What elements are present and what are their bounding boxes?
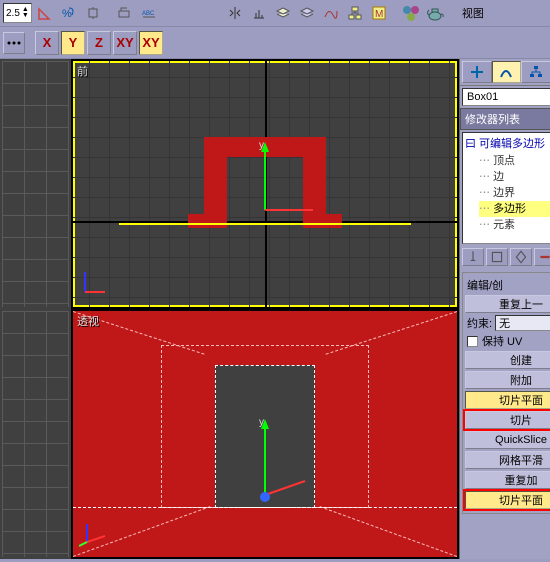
subobj-border[interactable]: 边界 (479, 185, 550, 201)
abc-icon[interactable]: ABC (138, 2, 160, 24)
slice-plane-button-2[interactable]: 切片平面 (465, 491, 550, 509)
svg-text:%: % (62, 8, 72, 20)
align-icon[interactable] (248, 2, 270, 24)
attach-button[interactable]: 附加 (465, 371, 550, 389)
axis-x[interactable]: X (35, 31, 59, 55)
snap-value: 2.5 (6, 8, 20, 19)
make-unique-icon[interactable] (510, 248, 532, 266)
svg-text:y: y (259, 140, 264, 151)
main-area: 前 y (0, 59, 550, 559)
viewport-left-strip-bottom (0, 309, 71, 559)
axis-xy[interactable]: XY (113, 31, 137, 55)
move-gizmo[interactable]: y (235, 415, 295, 508)
tessellate-button[interactable]: 重复加 (465, 471, 550, 489)
subobj-edge[interactable]: 边 (479, 169, 550, 185)
repeat-last-button[interactable]: 重复上一 (465, 295, 550, 313)
handle-icon[interactable] (3, 32, 25, 54)
tab-create[interactable] (462, 61, 492, 83)
constraint-value[interactable]: 无 (495, 315, 550, 331)
edit-rollout: 编辑/创 重复上一 约束: 无 保持 UV 创建 附加 切片平面 切片 Quic… (462, 272, 550, 514)
command-panel: Box01 修改器列表 曰 可编辑多边形 顶点 边 边界 多边形 元素 编辑/创… (459, 59, 550, 559)
snap-spinner[interactable]: 2.5 ▲▼ (3, 3, 32, 23)
slice-plane-line (119, 223, 411, 225)
stack-root[interactable]: 曰 可编辑多边形 (465, 135, 550, 151)
move-gizmo[interactable]: y (235, 140, 295, 223)
remove-mod-icon[interactable] (534, 248, 550, 266)
subobj-polygon[interactable]: 多边形 (479, 201, 550, 217)
svg-text:ABC: ABC (142, 11, 155, 17)
stack-tools (460, 246, 550, 268)
geometry-edge (188, 214, 226, 229)
axis-tripod-icon (79, 516, 111, 551)
subobj-vertex[interactable]: 顶点 (479, 153, 550, 169)
pin-stack-icon[interactable] (462, 248, 484, 266)
percent-snap-icon[interactable]: % (58, 2, 80, 24)
curve-icon[interactable] (320, 2, 342, 24)
mirror-icon[interactable] (224, 2, 246, 24)
axis-y[interactable]: Y (61, 31, 85, 55)
subobj-element[interactable]: 元素 (479, 217, 550, 233)
edit-group-label: 编辑/创 (467, 277, 503, 293)
svg-text:y: y (259, 417, 264, 428)
axis-xy2[interactable]: XY (139, 31, 163, 55)
viewport-front[interactable]: 前 y (73, 61, 457, 307)
modifier-stack[interactable]: 曰 可编辑多边形 顶点 边 边界 多边形 元素 (462, 132, 550, 244)
main-toolbar: 2.5 ▲▼ % ABC M 视图 (0, 0, 550, 27)
view-menu[interactable]: 视图 (456, 5, 490, 21)
modifier-list-label[interactable]: 修改器列表 (460, 108, 550, 130)
show-end-icon[interactable] (486, 248, 508, 266)
tab-hierarchy[interactable] (521, 61, 550, 83)
render-icon[interactable] (400, 2, 422, 24)
slice-plane-button[interactable]: 切片平面 (465, 391, 550, 409)
viewport-perspective[interactable]: 透视 y (73, 311, 457, 557)
spinner-snap-icon[interactable] (82, 2, 104, 24)
command-panel-tabs (460, 59, 550, 86)
material-icon[interactable]: M (368, 2, 390, 24)
quickslice-button[interactable]: QuickSlice (465, 431, 550, 449)
constraint-label: 约束: (467, 315, 492, 331)
schematic-icon[interactable] (344, 2, 366, 24)
svg-text:M: M (375, 9, 383, 20)
slice-button[interactable]: 切片 (465, 411, 550, 429)
viewport-persp-label: 透视 (77, 313, 99, 329)
viewport-front-label: 前 (77, 63, 88, 79)
layers-icon[interactable] (272, 2, 294, 24)
angle-snap-icon[interactable] (34, 2, 56, 24)
geometry-edge (303, 214, 341, 229)
msmooth-button[interactable]: 网格平滑 (465, 451, 550, 469)
viewport-left-strip-top (0, 59, 71, 309)
preserve-uv-checkbox[interactable]: 保持 UV (465, 333, 550, 349)
viewports: 前 y (0, 59, 459, 559)
object-name-field[interactable]: Box01 (462, 88, 550, 106)
axis-z[interactable]: Z (87, 31, 111, 55)
axis-tripod-icon (79, 266, 111, 301)
named-sel-icon[interactable] (114, 2, 136, 24)
axis-toolbar: X Y Z XY XY (0, 27, 550, 59)
teapot-icon[interactable] (424, 2, 446, 24)
geometry-edge (204, 137, 227, 223)
layers2-icon[interactable] (296, 2, 318, 24)
tab-modify[interactable] (492, 61, 522, 83)
create-button[interactable]: 创建 (465, 351, 550, 369)
